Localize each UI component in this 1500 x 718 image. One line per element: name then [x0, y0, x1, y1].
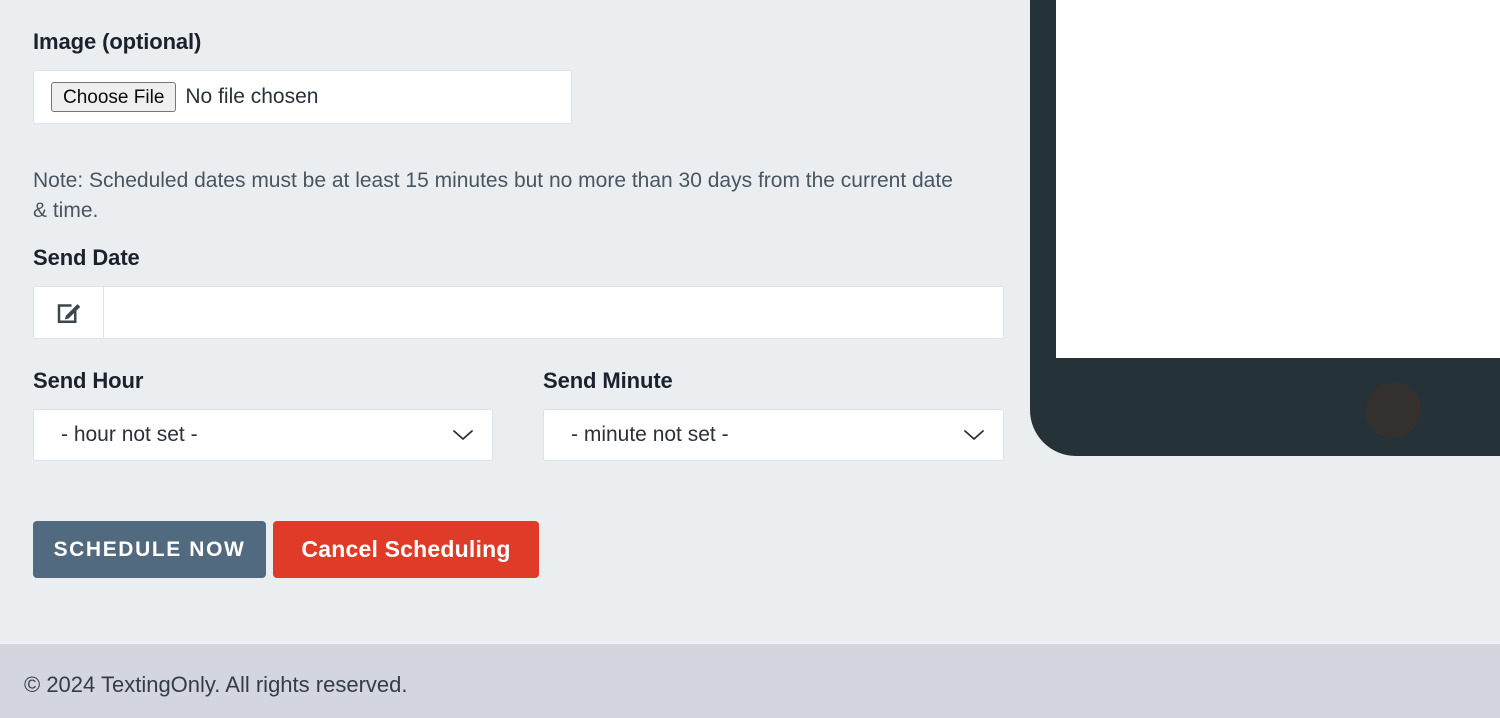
schedule-now-button[interactable]: SCHEDULE NOW — [33, 521, 266, 578]
send-minute-select[interactable]: - minute not set - — [543, 409, 1004, 461]
file-chosen-status: No file chosen — [185, 85, 319, 108]
footer-copyright: © 2024 TextingOnly. All rights reserved. — [24, 672, 408, 697]
schedule-message-page: Image (optional) Choose File No file cho… — [0, 0, 1500, 718]
send-date-input[interactable] — [104, 287, 1003, 338]
device-mockup — [1030, 0, 1500, 456]
send-minute-selected-value: - minute not set - — [571, 423, 729, 446]
edit-pencil-square-icon[interactable] — [34, 287, 104, 338]
page-footer: © 2024 TextingOnly. All rights reserved. — [0, 641, 1500, 718]
schedule-form: Image (optional) Choose File No file cho… — [0, 0, 1020, 641]
device-screen — [1056, 0, 1500, 358]
chevron-down-icon — [453, 430, 473, 440]
chevron-down-icon — [964, 430, 984, 440]
scheduling-note: Note: Scheduled dates must be at least 1… — [33, 169, 953, 222]
image-field-label: Image (optional) — [33, 29, 202, 54]
image-file-input[interactable]: Choose File No file chosen — [33, 70, 572, 124]
choose-file-button[interactable]: Choose File — [51, 82, 177, 112]
send-hour-select[interactable]: - hour not set - — [33, 409, 493, 461]
device-home-button-icon — [1365, 382, 1421, 438]
send-hour-label: Send Hour — [33, 368, 144, 393]
cancel-scheduling-button[interactable]: Cancel Scheduling — [273, 521, 539, 578]
send-hour-selected-value: - hour not set - — [61, 423, 198, 446]
send-date-input-group[interactable] — [33, 286, 1004, 339]
send-date-label: Send Date — [33, 245, 140, 270]
send-minute-label: Send Minute — [543, 368, 673, 393]
